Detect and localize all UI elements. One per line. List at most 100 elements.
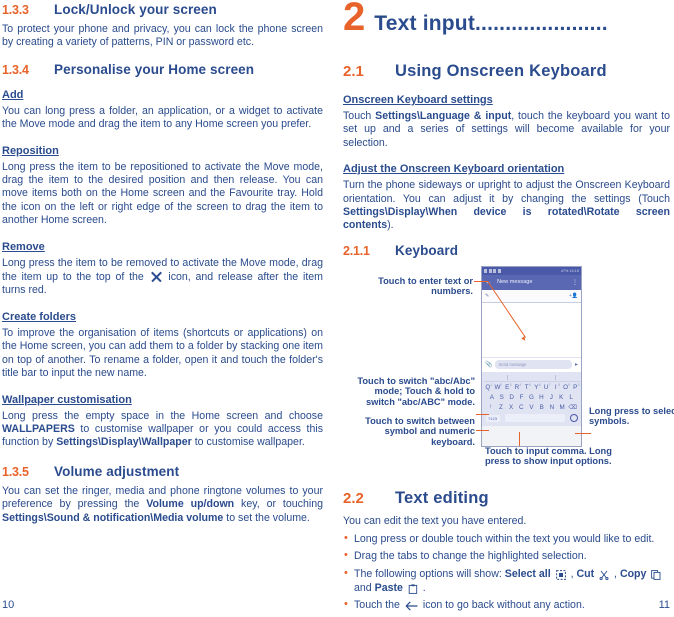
key-e[interactable]: E3 — [503, 383, 511, 392]
close-x-icon — [150, 270, 163, 283]
bullet-3-sep-4: . — [419, 581, 426, 594]
key-z[interactable]: Z — [496, 404, 505, 412]
list-item: Touch the icon to go back without any ac… — [343, 597, 670, 612]
text-editing-bullet-list: Long press or double touch within the te… — [343, 531, 670, 612]
bullet-3-sep-3: and — [354, 581, 375, 594]
kbset-bold-path: Settings\Language & input — [375, 110, 512, 122]
list-item: Long press or double touch within the te… — [343, 531, 670, 546]
status-time: 14:15 — [569, 268, 579, 273]
attach-icon[interactable]: 📎 — [485, 361, 492, 368]
key-w-superscript: 2 — [499, 382, 502, 387]
key-j[interactable]: J — [547, 394, 556, 402]
keyboard-row-2: ASDFGHJKL — [484, 394, 580, 402]
heading-1-3-5-number: 1.3.5 — [2, 464, 29, 479]
bullet-3-paste: Paste — [374, 581, 403, 594]
bullet-4-text-b: icon to go back without any action. — [419, 599, 585, 612]
key-t[interactable]: T5 — [522, 383, 531, 392]
key-i[interactable]: I8 — [552, 382, 561, 392]
key-s[interactable]: S — [497, 394, 506, 402]
wallpaper-text-3: to customise wallpaper. — [191, 436, 305, 449]
key-w[interactable]: W2 — [493, 382, 502, 392]
wifi-icon — [484, 268, 487, 273]
key-d[interactable]: D — [507, 394, 516, 402]
copy-icon — [651, 569, 661, 580]
send-icon[interactable]: ▸ — [575, 361, 578, 368]
volume-text-2: key, or touching — [234, 498, 323, 511]
heading-2-2-number: 2.2 — [343, 489, 364, 507]
heading-2-1-1: 2.1.1 Keyboard — [343, 241, 670, 258]
bullet-3-cut: Cut — [576, 567, 595, 580]
key-h[interactable]: H — [537, 394, 546, 402]
annotation-comma: Touch to input comma. Long press to show… — [485, 445, 612, 467]
keyboard-row-4: ?123 — [484, 414, 580, 423]
key-k[interactable]: K — [557, 394, 566, 402]
key-r-superscript: 4 — [519, 382, 522, 387]
key-i-superscript: 8 — [558, 382, 561, 387]
onscreen-keyboard[interactable]: Q1W2E3R4T5Y6U7I8O9P0 ASDFGHJKL ↑ ZXCVBNM… — [482, 371, 581, 427]
key-b[interactable]: B — [537, 404, 546, 412]
cut-scissors-icon — [599, 570, 609, 580]
key-m[interactable]: M — [558, 404, 567, 412]
bullet-3-sep-2: , — [611, 567, 620, 580]
key-o[interactable]: O9 — [561, 383, 570, 392]
wallpaper-bold-wallpapers: WALLPAPERS — [2, 422, 75, 435]
key-x[interactable]: X — [507, 404, 516, 412]
backspace-key[interactable]: ⌫ — [568, 404, 578, 412]
key-y[interactable]: Y6 — [532, 382, 541, 392]
key-l[interactable]: L — [567, 394, 576, 402]
key-p[interactable]: P0 — [571, 382, 580, 392]
leader-line-comma — [519, 431, 520, 446]
subheading-remove: Remove — [2, 240, 45, 253]
subheading-wallpaper: Wallpaper customisation — [2, 393, 132, 406]
subheading-keyboard-orientation: Adjust the Onscreen Keyboard orientation — [343, 163, 565, 176]
select-all-icon — [555, 569, 566, 580]
list-item: Drag the tabs to change the highlighted … — [343, 548, 670, 563]
key-q[interactable]: Q1 — [484, 382, 493, 392]
vibrate-icon — [497, 268, 501, 273]
bullet-1-text: Long press or double touch within the te… — [354, 533, 655, 546]
smiley-icon[interactable] — [569, 414, 578, 423]
key-q-superscript: 1 — [490, 382, 493, 387]
recipient-field-icon: ✎ — [485, 292, 490, 299]
chapter-heading: 2 Text input...................... — [343, 0, 670, 37]
key-c[interactable]: C — [517, 404, 526, 412]
orient-text-2: ). — [387, 219, 394, 232]
chapter-title: Text input...................... — [374, 12, 608, 35]
key-a[interactable]: A — [488, 394, 497, 402]
status-icons-left — [484, 268, 501, 273]
heading-2-1-number: 2.1 — [343, 63, 364, 80]
suggestion-divider — [555, 375, 556, 381]
volume-bold-settings-path: Settings\Sound & notification\Media volu… — [2, 511, 224, 524]
key-p-superscript: 0 — [577, 382, 580, 387]
bullet-3-text: The following options will show: — [354, 567, 505, 580]
message-icon — [488, 268, 492, 273]
leader-line-symnum — [476, 429, 489, 431]
paragraph-remove: Long press the item to be removed to act… — [2, 257, 323, 298]
status-battery-time: 47% 14:15 — [561, 269, 579, 273]
volume-text-3: to set the volume. — [223, 511, 310, 524]
numeric-symbol-key[interactable]: ?123 — [485, 414, 500, 422]
key-y-superscript: 6 — [538, 382, 541, 387]
heading-1-3-5-title: Volume adjustment — [54, 463, 180, 479]
message-composer[interactable]: 📎 Send message ▸ — [482, 356, 581, 372]
space-key[interactable] — [504, 414, 565, 423]
key-r[interactable]: R4 — [513, 382, 522, 392]
heading-1-3-3-title: Lock/Unlock your screen — [54, 2, 217, 17]
status-battery-percent: 47% — [560, 268, 569, 273]
key-n[interactable]: N — [547, 404, 556, 412]
subheading-create-folders: Create folders — [2, 310, 76, 323]
bullet-3-select-all: Select all — [504, 567, 551, 580]
add-contact-icon[interactable]: +👤 — [569, 293, 578, 299]
heading-2-1-1-number: 2.1.1 — [343, 243, 370, 258]
heading-2-2-title: Text editing — [395, 488, 489, 507]
key-v[interactable]: V — [527, 404, 536, 412]
kbset-text-1: Touch — [343, 110, 376, 122]
suggestion-strip[interactable] — [483, 375, 580, 382]
key-g[interactable]: G — [527, 394, 536, 402]
shift-key[interactable]: ↑ — [486, 404, 496, 412]
message-input[interactable]: Send message — [495, 360, 572, 370]
overflow-menu-icon[interactable]: ⋮ — [572, 279, 578, 286]
key-u[interactable]: U7 — [542, 383, 551, 392]
annotation-abc-mode: Touch to switch "abc/Abc" mode; Touch & … — [357, 375, 475, 408]
key-f[interactable]: F — [517, 394, 526, 402]
